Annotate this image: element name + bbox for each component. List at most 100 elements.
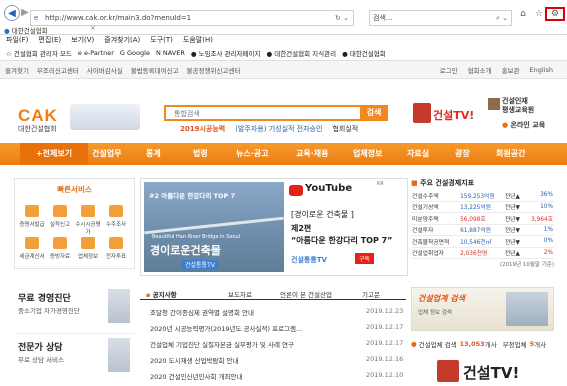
menu-bar: 파일(F) 편집(E) 보기(V) 즐겨찾기(A) 도구(T) 도움말(H) <box>0 34 567 46</box>
browser-search-placeholder: 검색... <box>373 14 393 22</box>
keyword-1[interactable]: 2019시공능력 <box>180 124 225 134</box>
company-icon[interactable] <box>81 237 95 249</box>
home-icon[interactable]: ⌂ <box>515 9 531 19</box>
indicator-row[interactable]: 건설투자 61,887억원 전년▼ 1% <box>411 224 554 236</box>
menu-file[interactable]: 파일(F) <box>6 35 28 45</box>
video-banner[interactable]: #2 아름다운 한강다리 TOP 7 Beautiful Han River B… <box>140 178 408 276</box>
gnb-education[interactable]: 교육·채용 <box>296 143 328 165</box>
edu-banner[interactable]: 건설인재 평생교육원 ● 온라인 교육 <box>488 96 558 130</box>
notice-item-title[interactable]: 2020 건설인신년인사회 개최안내 <box>150 371 242 381</box>
indicator-row[interactable]: 건설기성액 13,225억원 전년▼ 10% <box>411 201 554 213</box>
menu-help[interactable]: 도움말(H) <box>183 35 213 45</box>
util-unfair[interactable]: 불공정행위신고센터 <box>187 65 241 75</box>
notice-item-title[interactable]: 건설업체 기업진단 실질자본금 실무평가 및 사례 연구 <box>150 339 294 349</box>
indicator-row[interactable]: 건축물착공면적 10,546천㎡ 전년▼ 0% <box>411 235 554 248</box>
indicator-row[interactable]: 건설수주액 159,253억원 전년▲ 36% <box>411 190 554 202</box>
indicator-row[interactable]: 미분양주택 56,098호 전년▼ 3,964호 <box>411 212 554 225</box>
expert-consult-box[interactable]: 전문가 상담 무료 상담 서비스 <box>14 336 135 384</box>
util-illegal[interactable]: 불법등록대여신고 <box>131 65 179 75</box>
util-login[interactable]: 로그인 <box>440 65 458 75</box>
fav-epartner[interactable]: e e-Partner <box>78 49 114 57</box>
gear-icon[interactable]: ⚙ <box>545 7 565 21</box>
survey-icon[interactable] <box>109 205 123 217</box>
notice-item-title[interactable]: 2020년 시공능력평가(2019년도 공사실적) 프로그램... <box>150 323 302 333</box>
address-bar[interactable]: e http://www.cak.or.kr/main3.do?menuId=1… <box>30 10 354 26</box>
main-search-button[interactable]: 검색 <box>360 105 388 121</box>
notice-item-title[interactable]: 2020 도시재생 산업박람회 안내 <box>150 355 239 365</box>
gnb-square[interactable]: 광장 <box>455 143 470 165</box>
fav-wage-admin[interactable]: ● 노임조사 관리자페이지 <box>191 48 261 58</box>
indicators-table: 건설수주액 159,253억원 전년▲ 36% 건설기성액 13,225억원 전년▼ 10%… <box>411 190 554 259</box>
gnb-members[interactable]: 회원공간 <box>496 143 525 165</box>
fav-naver[interactable]: N NAVER <box>156 49 185 57</box>
menu-view[interactable]: 보기(V) <box>71 35 94 45</box>
svc-certificate[interactable]: 증명서발급 <box>17 220 47 228</box>
browser-search-box[interactable]: 검색... ⌕ ⌄ <box>369 10 512 26</box>
tab-press[interactable]: 보도자료 <box>228 289 252 299</box>
fav-google[interactable]: G Google <box>120 49 150 57</box>
svc-tax[interactable]: 세금계산서 <box>17 252 47 260</box>
forward-button[interactable]: ▶ <box>20 5 30 21</box>
chart-icon[interactable] <box>81 205 95 217</box>
company-search-banner[interactable]: 건설업계 검색 업체 정보 검색 <box>411 287 554 331</box>
vote-icon[interactable] <box>109 237 123 249</box>
video-caption-1: [경이로운 건축물 ] <box>291 210 354 219</box>
gnb-law[interactable]: 법령 <box>193 143 208 165</box>
gnb-construction[interactable]: 건설업무 <box>92 143 121 165</box>
util-audit[interactable]: 사이버감사실 <box>87 65 123 75</box>
construction-tv-banner[interactable]: 건설TV! <box>413 99 483 129</box>
gnb-company[interactable]: 업체정보 <box>353 143 382 165</box>
expert-consult-title: 전문가 상담 <box>18 343 63 353</box>
back-button[interactable]: ◀ <box>4 5 20 21</box>
certificate-icon[interactable] <box>25 205 39 217</box>
fav-cak-admin[interactable]: ☆ 건설협회 관리자 모드 <box>6 48 72 58</box>
util-about[interactable]: 협회소개 <box>468 65 492 75</box>
notice-item-date: 2019.12.23 <box>366 307 404 315</box>
svc-evaluation[interactable]: 수시시공평가 <box>73 220 103 236</box>
tv-bottom-text: 건설TV! <box>463 364 520 382</box>
indicator-row[interactable]: 건설업취업자 2,036천명 전년▲ 2% <box>411 247 554 259</box>
tab-column[interactable]: 기고문 <box>362 289 380 299</box>
util-report[interactable]: 부조리신고센터 <box>37 65 79 75</box>
gnb-stats[interactable]: 통계 <box>146 143 161 165</box>
gnb-view-all[interactable]: +전체보기 <box>20 143 88 165</box>
report-icon[interactable] <box>53 205 67 217</box>
play-icon: ● <box>502 121 509 129</box>
fav-cak[interactable]: ● 대한건설협회 <box>342 48 386 58</box>
tax-icon[interactable] <box>25 237 39 249</box>
keyword-2[interactable]: (발주자용) 기성실적 전자승인 <box>235 124 322 134</box>
svc-report[interactable]: 실적신고 <box>45 220 75 228</box>
svc-vote[interactable]: 전자투표 <box>101 252 131 260</box>
video-thumb-top: #2 아름다운 한강다리 TOP 7 <box>149 192 236 200</box>
video-thumbnail[interactable]: #2 아름다운 한강다리 TOP 7 Beautiful Han River B… <box>144 182 284 272</box>
construction-tv-banner-bottom[interactable]: 건설TV! <box>411 354 554 384</box>
notice-item-title[interactable]: 조달청 간이종심제 권역별 설명회 안내 <box>150 307 254 317</box>
tab-notice[interactable]: ▪ 공지사항 <box>146 289 177 299</box>
evidence-icon[interactable] <box>53 237 67 249</box>
menu-favorites[interactable]: 즐겨찾기(A) <box>104 35 140 45</box>
util-english[interactable]: English <box>530 66 553 74</box>
menu-edit[interactable]: 편집(E) <box>38 35 61 45</box>
indicators-title: ■ 주요 건설경제지표 <box>411 179 475 187</box>
star-icon[interactable]: ☆ <box>531 9 547 19</box>
svc-survey[interactable]: 수주조사 <box>101 220 131 228</box>
tab-media[interactable]: 언론이 본 건설산업 <box>280 289 332 299</box>
fine-label: 부정업체 <box>502 341 527 349</box>
gnb-news[interactable]: 뉴스·공고 <box>236 143 268 165</box>
video-thumb-brand: 건설통통TV <box>182 260 218 269</box>
site-logo[interactable]: CAK <box>18 106 58 126</box>
subscribe-button[interactable]: 구독 <box>355 253 375 264</box>
main-search[interactable]: 통합검색 검색 <box>164 105 388 121</box>
svc-evidence[interactable]: 증빙자료 <box>45 252 75 260</box>
menu-tools[interactable]: 도구(T) <box>150 35 173 45</box>
svc-company[interactable]: 업체정보 <box>73 252 103 260</box>
util-favorite[interactable]: 즐겨찾기 <box>5 65 29 75</box>
gnb-data[interactable]: 자료실 <box>407 143 429 165</box>
util-pr[interactable]: 홍보관 <box>502 65 520 75</box>
keyword-3[interactable]: 협회실적 <box>332 124 358 134</box>
tab-close-icon[interactable]: × <box>90 24 96 32</box>
free-diagnosis-box[interactable]: 무료 경영진단 중소기업 자가경영진단 <box>14 285 135 334</box>
fav-knowledge[interactable]: ● 대한건설협회 지식관리 <box>266 48 336 58</box>
search-icon[interactable]: ⌕ ⌄ <box>496 11 508 25</box>
refresh-icon[interactable]: ↻ ⌄ <box>335 11 349 25</box>
